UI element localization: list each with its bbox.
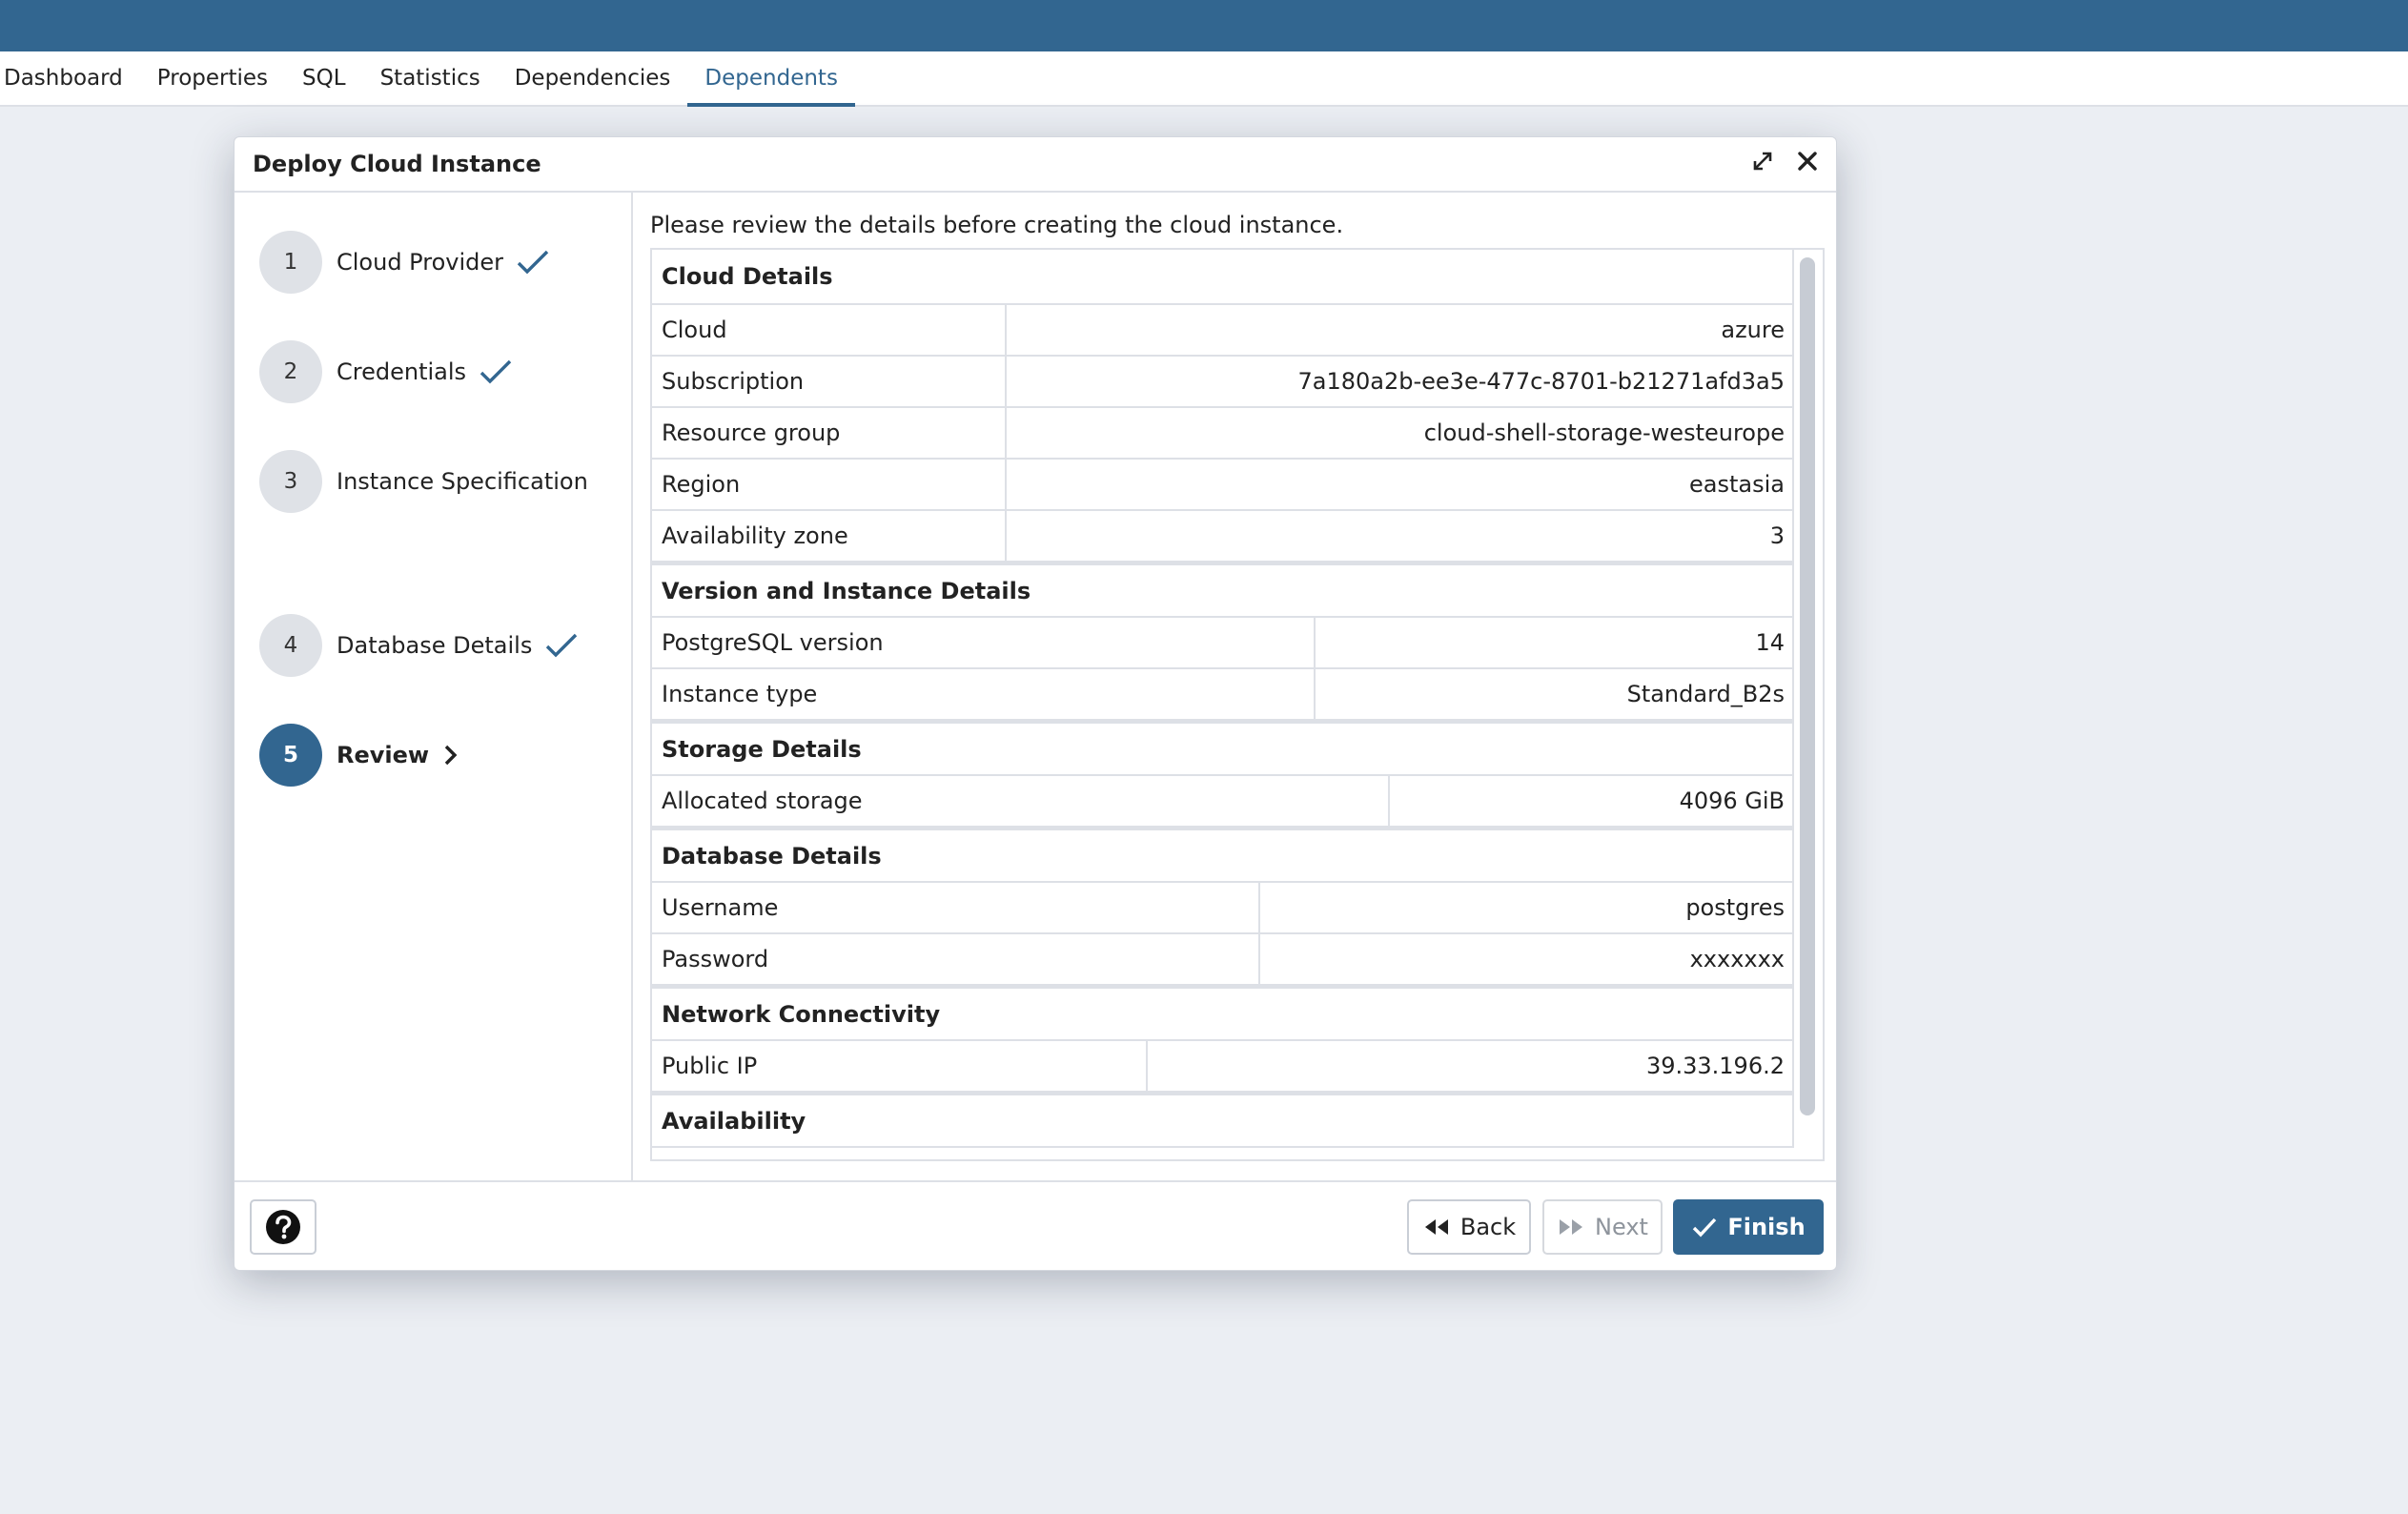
app-header-bar: [0, 0, 2408, 51]
row-value: 3: [1769, 522, 1785, 549]
tab-dependents[interactable]: Dependents: [687, 51, 855, 107]
dialog-title: Deploy Cloud Instance: [253, 151, 541, 177]
row-value: 7a180a2b-ee3e-477c-8701-b21271afd3a5: [1297, 368, 1785, 395]
row-key: PostgreSQL version: [652, 618, 1316, 667]
step-instance-specification[interactable]: 3 Instance Specification: [259, 450, 588, 513]
step-cloud-provider[interactable]: 1 Cloud Provider: [259, 231, 551, 294]
tab-dependencies[interactable]: Dependencies: [498, 51, 688, 105]
step-number: 4: [259, 614, 322, 677]
table-row: Password xxxxxxx: [652, 934, 1794, 986]
row-value: 14: [1755, 629, 1785, 656]
row-key: Subscription: [652, 357, 1007, 406]
row-key: Cloud: [652, 305, 1007, 355]
row-value: xxxxxxx: [1689, 946, 1785, 972]
table-row: PostgreSQL version 14: [652, 618, 1794, 669]
object-tabs: Dashboard Properties SQL Statistics Depe…: [0, 51, 2408, 107]
back-button[interactable]: Back: [1407, 1199, 1531, 1255]
wizard-steps: 1 Cloud Provider 2 Credentials 3 Instanc…: [235, 193, 633, 1180]
expand-icon[interactable]: [1750, 149, 1775, 174]
step-database-details[interactable]: 4 Database Details: [259, 614, 580, 677]
step-label: Cloud Provider: [337, 249, 503, 276]
check-icon: [480, 359, 512, 384]
row-key: Allocated storage: [652, 776, 1390, 826]
table-row: Cloud azure: [652, 305, 1794, 357]
table-row: Availability zone 3: [652, 511, 1794, 563]
next-button[interactable]: Next: [1542, 1199, 1663, 1255]
section-cloud-details: Cloud Details: [652, 250, 1794, 305]
finish-button-label: Finish: [1727, 1214, 1806, 1240]
deploy-cloud-instance-dialog: Deploy Cloud Instance 1 Cloud Provider 2…: [234, 136, 1837, 1271]
dialog-footer: Back Next Finish: [235, 1180, 1836, 1272]
row-value: postgres: [1685, 894, 1785, 921]
step-number: 5: [259, 724, 322, 787]
review-scrollbar[interactable]: [1800, 257, 1815, 1115]
row-key: Resource group: [652, 408, 1007, 458]
step-label: Credentials: [337, 358, 467, 385]
finish-button[interactable]: Finish: [1673, 1199, 1824, 1255]
step-number: 3: [259, 450, 322, 513]
fast-backward-icon: [1424, 1219, 1448, 1235]
step-label: Database Details: [337, 632, 533, 659]
dialog-header[interactable]: Deploy Cloud Instance: [235, 137, 1836, 193]
chevron-right-icon: [444, 745, 458, 766]
section-network-connectivity: Network Connectivity: [652, 986, 1794, 1041]
review-instruction: Please review the details before creatin…: [650, 212, 1344, 238]
tab-dashboard[interactable]: Dashboard: [0, 51, 140, 105]
table-row: Public IP 39.33.196.2: [652, 1041, 1794, 1093]
section-database-details: Database Details: [652, 828, 1794, 883]
step-label: Review: [337, 742, 430, 768]
table-row: Subscription 7a180a2b-ee3e-477c-8701-b21…: [652, 357, 1794, 408]
row-key: Password: [652, 934, 1260, 984]
table-row: Region eastasia: [652, 460, 1794, 511]
step-label: Instance Specification: [337, 468, 588, 495]
check-icon: [517, 250, 549, 275]
row-key: Username: [652, 883, 1260, 932]
help-button[interactable]: [250, 1199, 316, 1255]
review-panel: Please review the details before creatin…: [635, 193, 1836, 1180]
table-row: Allocated storage 4096 GiB: [652, 776, 1794, 828]
check-icon: [546, 633, 578, 658]
check-icon: [1693, 1217, 1717, 1238]
tab-properties[interactable]: Properties: [140, 51, 285, 105]
row-value: azure: [1721, 317, 1785, 343]
table-row: Resource group cloud-shell-storage-weste…: [652, 408, 1794, 460]
review-scroll-area[interactable]: Cloud Details Cloud azure Subscription 7…: [650, 248, 1825, 1161]
fast-forward-icon: [1560, 1219, 1583, 1235]
section-version-instance-details: Version and Instance Details: [652, 563, 1794, 618]
row-value: cloud-shell-storage-westeurope: [1423, 419, 1785, 446]
row-key: Instance type: [652, 669, 1316, 719]
row-value: 4096 GiB: [1679, 788, 1785, 814]
row-value: Standard_B2s: [1626, 681, 1785, 707]
next-button-label: Next: [1595, 1214, 1648, 1240]
table-row: Username postgres: [652, 883, 1794, 934]
row-value: 39.33.196.2: [1645, 1053, 1785, 1079]
row-key: Availability zone: [652, 511, 1007, 561]
step-number: 2: [259, 340, 322, 403]
step-credentials[interactable]: 2 Credentials: [259, 340, 514, 403]
close-icon[interactable]: [1796, 150, 1819, 173]
tab-sql[interactable]: SQL: [285, 51, 363, 105]
step-review[interactable]: 5 Review: [259, 724, 461, 787]
step-number: 1: [259, 231, 322, 294]
question-circle-icon: [266, 1210, 300, 1244]
table-row: Instance type Standard_B2s: [652, 669, 1794, 721]
section-availability: Availability: [652, 1093, 1794, 1148]
back-button-label: Back: [1459, 1214, 1517, 1240]
row-value: eastasia: [1689, 471, 1785, 498]
tab-statistics[interactable]: Statistics: [363, 51, 498, 105]
section-storage-details: Storage Details: [652, 721, 1794, 776]
row-key: Region: [652, 460, 1007, 509]
row-key: Public IP: [652, 1041, 1148, 1091]
